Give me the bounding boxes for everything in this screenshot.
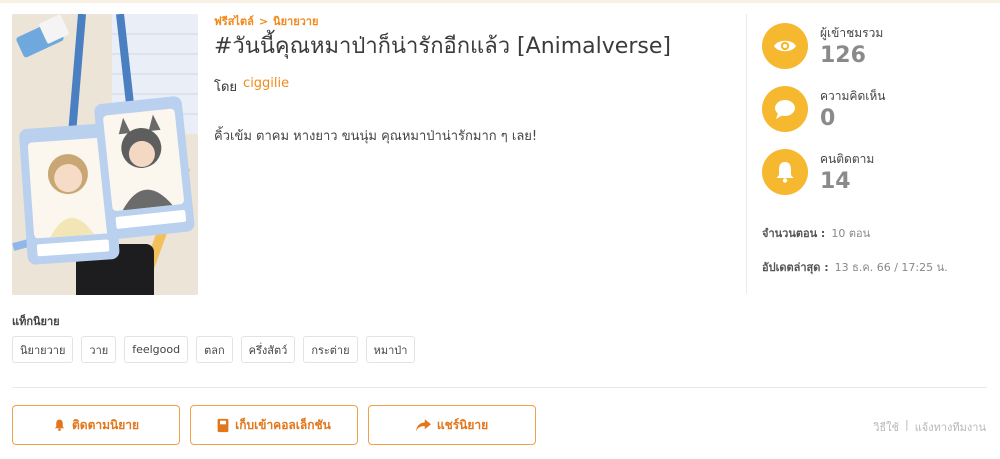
author-link[interactable]: ciggilie	[243, 76, 289, 97]
episodes-value: 10 ตอน	[831, 227, 871, 240]
follow-novel-button[interactable]: ติดตามนิยาย	[12, 405, 180, 445]
tag-item[interactable]: ครึ่งสัตว์	[240, 336, 296, 363]
breadcrumb-category-link[interactable]: ฟรีสไตล์	[214, 12, 254, 30]
followers-count: 14	[820, 168, 851, 194]
novel-description: คิ้วเข้ม ตาคม หางยาว ขนนุ่ม คุณหมาป่าน่า…	[214, 129, 538, 144]
stat-followers: คนติดตาม 14	[762, 148, 990, 196]
bell-icon	[762, 149, 808, 195]
report-link[interactable]: แจ้งทางทีมงาน	[915, 418, 986, 436]
breadcrumb-subcategory-link[interactable]: นิยายวาย	[273, 12, 318, 30]
updated-value: 13 ธ.ค. 66 / 17:25 น.	[834, 261, 948, 274]
tag-item[interactable]: หมาป่า	[365, 336, 416, 363]
tags-heading: แท็กนิยาย	[12, 315, 60, 328]
action-bar: ติดตามนิยาย เก็บเข้าคอลเล็กชัน แชร์นิยาย	[12, 405, 536, 445]
cover-illustration	[12, 14, 198, 295]
top-border	[0, 0, 1000, 3]
eye-icon	[762, 23, 808, 69]
share-icon	[415, 418, 431, 431]
views-label: ผู้เข้าชมรวม	[820, 25, 884, 40]
author-prefix: โดย	[214, 80, 238, 95]
breadcrumb-separator: >	[258, 14, 269, 28]
updated-row: อัปเดตล่าสุด : 13 ธ.ค. 66 / 17:25 น.	[762, 258, 948, 276]
tag-item[interactable]: วาย	[81, 336, 117, 363]
tag-item[interactable]: นิยายวาย	[12, 336, 74, 363]
novel-info: ฟรีสไตล์ > นิยายวาย #วันนี้คุณหมาป่าก็น่…	[214, 12, 734, 146]
bell-icon	[54, 419, 65, 431]
tag-item[interactable]: กระต่าย	[303, 336, 358, 363]
updated-label: อัปเดตล่าสุด :	[762, 261, 829, 274]
book-icon	[217, 418, 229, 432]
episodes-row: จำนวนตอน : 10 ตอน	[762, 224, 948, 242]
add-to-collection-button[interactable]: เก็บเข้าคอลเล็กชัน	[190, 405, 358, 445]
collect-button-label: เก็บเข้าคอลเล็กชัน	[235, 417, 331, 432]
novel-cover-image[interactable]	[12, 14, 198, 295]
comments-label: ความคิดเห็น	[820, 88, 886, 103]
vertical-divider	[746, 14, 747, 294]
share-button-label: แชร์นิยาย	[436, 417, 489, 432]
novel-meta: จำนวนตอน : 10 ตอน อัปเดตล่าสุด : 13 ธ.ค.…	[762, 224, 948, 276]
tag-item[interactable]: feelgood	[124, 336, 189, 363]
how-to-link[interactable]: วิธีใช้	[873, 418, 899, 436]
tag-list: นิยายวาย วาย feelgood ตลก ครึ่งสัตว์ กระ…	[12, 336, 416, 363]
breadcrumb: ฟรีสไตล์ > นิยายวาย	[214, 12, 734, 30]
followers-label: คนติดตาม	[820, 151, 875, 166]
novel-title: #วันนี้คุณหมาป่าก็น่ารักอีกแล้ว [Animalv…	[214, 34, 671, 59]
stats-panel: ผู้เข้าชมรวม 126 ความคิดเห็น 0 คนติดตาม …	[762, 22, 990, 211]
stat-views: ผู้เข้าชมรวม 126	[762, 22, 990, 70]
horizontal-divider	[12, 387, 987, 388]
comment-icon	[762, 86, 808, 132]
stat-comments: ความคิดเห็น 0	[762, 85, 990, 133]
footer-links: วิธีใช้ | แจ้งทางทีมงาน	[873, 418, 986, 436]
author-line: โดย ciggilie	[214, 76, 734, 97]
follow-button-label: ติดตามนิยาย	[71, 417, 140, 432]
footer-separator: |	[905, 418, 909, 431]
comments-count: 0	[820, 105, 836, 131]
episodes-label: จำนวนตอน :	[762, 227, 826, 240]
views-count: 126	[820, 42, 866, 68]
share-novel-button[interactable]: แชร์นิยาย	[368, 405, 536, 445]
tag-item[interactable]: ตลก	[196, 336, 233, 363]
